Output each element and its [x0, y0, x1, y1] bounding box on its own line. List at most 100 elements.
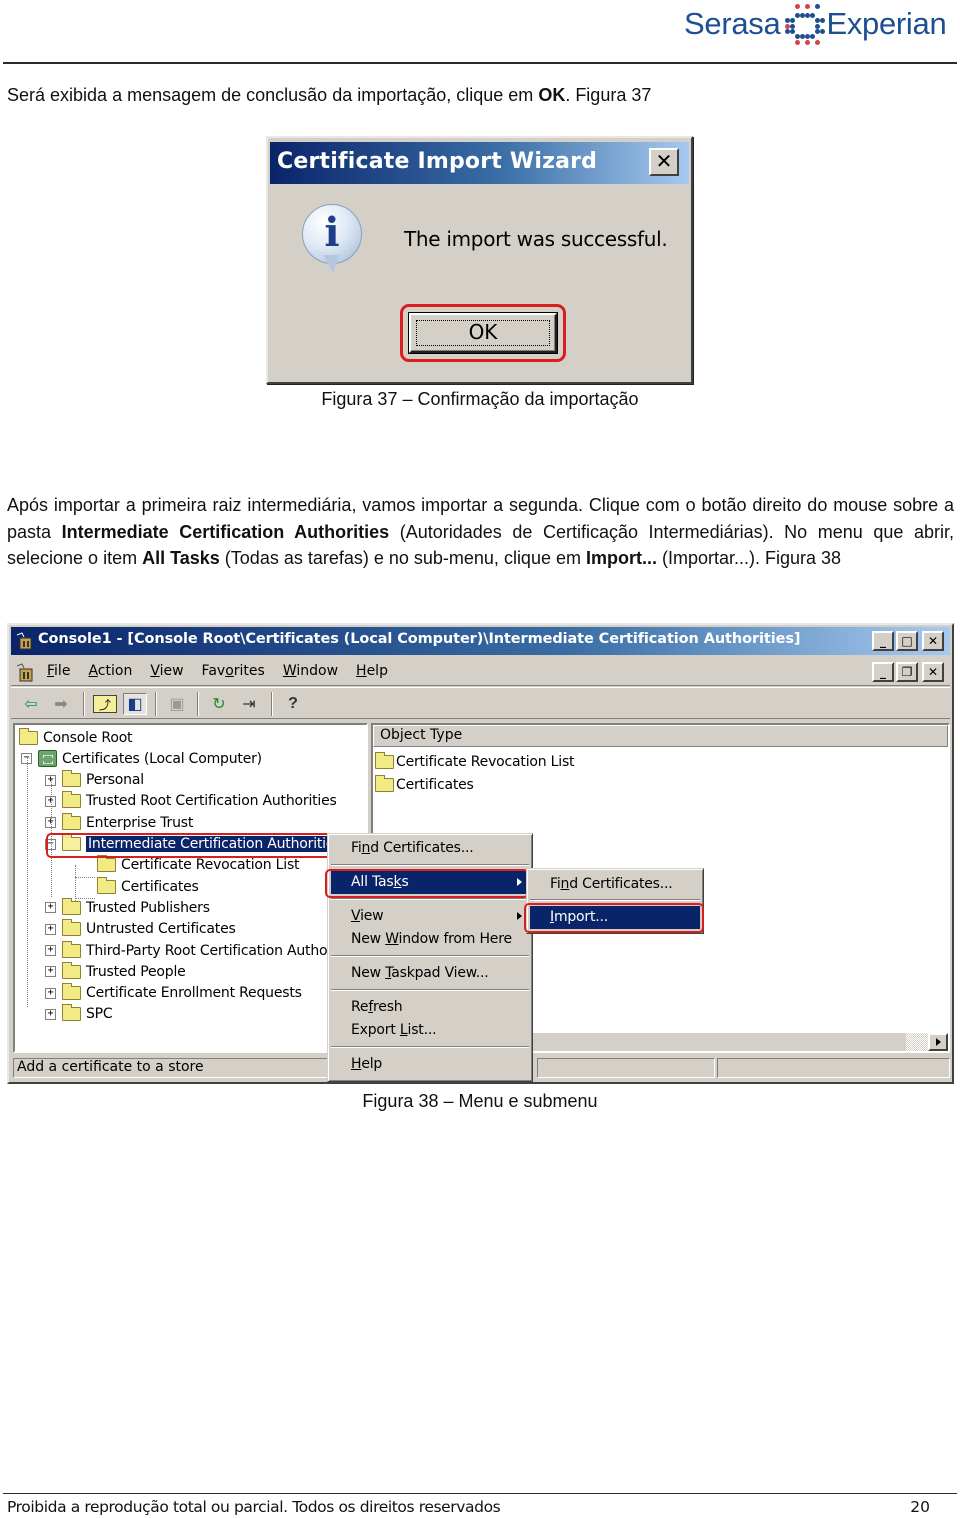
close-icon: ✕	[927, 665, 939, 679]
folder-icon	[375, 775, 394, 792]
tree-item[interactable]: + Trusted Publishers	[45, 897, 210, 918]
forward-arrow-icon: ➡	[54, 696, 68, 713]
menu-item-label: New Taskpad View...	[351, 965, 489, 981]
scrollbar-track[interactable]	[906, 1033, 928, 1051]
submenu-item-find-certificates[interactable]: Find Certificates...	[530, 873, 700, 896]
expand-icon[interactable]: +	[45, 966, 56, 978]
status-text: Add a certificate to a store	[13, 1058, 368, 1078]
forward-button[interactable]: ➡	[49, 693, 73, 715]
tree-item[interactable]: + SPC	[45, 1004, 113, 1025]
folder-icon	[62, 812, 81, 830]
expand-icon[interactable]: +	[45, 945, 56, 956]
tree-item-label: Trusted People	[86, 963, 186, 980]
folder-icon	[62, 897, 81, 915]
toolbar-separator	[83, 692, 85, 716]
show-hide-tree-icon: ◧	[127, 696, 143, 713]
paste-button[interactable]: ▣	[165, 693, 189, 715]
minimize-icon: _	[880, 665, 886, 679]
expand-icon[interactable]: +	[45, 987, 56, 999]
list-item-label: Certificates	[396, 777, 474, 793]
menu-item-label: Find Certificates...	[550, 876, 673, 892]
back-button[interactable]: ⇦	[19, 693, 43, 715]
folder-highlight-annotation	[46, 833, 339, 858]
ok-button[interactable]: OK	[409, 313, 557, 353]
expand-icon[interactable]: +	[45, 902, 56, 914]
tree-item[interactable]: + Trusted People	[45, 961, 186, 982]
context-menu-item-new-taskpad-view[interactable]: New Taskpad View...	[331, 962, 529, 985]
export-list-button[interactable]: ⇥	[237, 693, 261, 715]
maximize-button[interactable]: □	[896, 631, 918, 651]
tree-connector-line	[75, 865, 76, 901]
column-header-object-type[interactable]: Object Type	[373, 725, 948, 747]
tree-item[interactable]: + Untrusted Certificates	[45, 919, 236, 940]
tree-item-label: Certificate Revocation List	[121, 857, 300, 874]
tree-item[interactable]: + Third-Party Root Certification Authorit…	[45, 940, 361, 961]
tree-item[interactable]: + Personal	[45, 770, 144, 791]
tree-connector-line	[27, 757, 28, 1007]
up-one-level-icon: ⤴	[98, 697, 111, 712]
tree-item-label: Certificates	[121, 878, 199, 895]
show-hide-tree-button[interactable]: ◧	[123, 693, 147, 715]
menu-file[interactable]: File	[47, 663, 80, 679]
child-close-button[interactable]: ✕	[922, 662, 944, 682]
tree-item[interactable]: + Certificate Enrollment Requests	[45, 983, 302, 1004]
minimize-icon: _	[880, 634, 886, 648]
menu-view[interactable]: View	[150, 663, 193, 679]
window-title-bar: Console1 - [Console Root\Certificates (L…	[11, 627, 950, 655]
instruction-text-3: (Todas as tarefas) e no sub-menu, clique…	[219, 548, 586, 568]
folder-icon	[62, 1004, 81, 1022]
tree-item[interactable]: Certificates	[97, 876, 199, 897]
folder-icon	[97, 876, 116, 894]
minimize-button[interactable]: _	[872, 631, 894, 651]
tree-item[interactable]: Console Root	[19, 727, 133, 748]
expand-icon[interactable]: +	[45, 1008, 56, 1020]
console-tree-pane[interactable]: Console Root − Certificates (Local Compute…	[13, 723, 368, 1053]
menu-window[interactable]: Window	[283, 663, 348, 679]
list-item[interactable]: Certificates	[375, 774, 474, 796]
close-icon: ✕	[927, 634, 939, 648]
menu-action[interactable]: Action	[88, 663, 142, 679]
list-header: Object Type	[373, 725, 948, 747]
tree-item[interactable]: + Trusted Root Certification Authorities	[45, 791, 337, 812]
certificate-import-wizard-dialog: Certificate Import Wizard ✕ i The import…	[266, 136, 693, 384]
close-button[interactable]: ✕	[649, 148, 679, 176]
console-document-icon[interactable]	[15, 662, 35, 682]
menu-favorites[interactable]: Favorites	[202, 663, 275, 679]
back-arrow-icon: ⇦	[24, 696, 38, 713]
tree-item-label: Personal	[86, 772, 144, 789]
tree-connector-line	[75, 898, 95, 899]
instruction-paragraph: Após importar a primeira raiz intermediá…	[7, 492, 954, 572]
scroll-right-button[interactable]	[928, 1033, 948, 1051]
tree-connector-line	[75, 877, 95, 878]
context-menu-item-help[interactable]: Help	[331, 1053, 529, 1076]
child-restore-button[interactable]: ❐	[896, 662, 918, 682]
context-menu-item-export-list[interactable]: Export List...	[331, 1019, 529, 1042]
folder-icon	[97, 855, 116, 873]
logo-dot	[785, 24, 791, 29]
tree-item[interactable]: − Certificates (Local Computer)	[21, 748, 262, 769]
intro-paragraph: Será exibida a mensagem de conclusão da …	[7, 85, 651, 106]
help-button[interactable]: ?	[281, 693, 305, 715]
folder-icon	[62, 983, 81, 1001]
child-minimize-button[interactable]: _	[872, 662, 894, 682]
context-menu-item-find-certificates[interactable]: Find Certificates...	[331, 837, 529, 860]
expand-icon[interactable]: +	[45, 923, 56, 935]
window-caption-buttons: _ □ ✕	[872, 631, 944, 651]
context-menu-item-view[interactable]: View	[331, 905, 529, 928]
tree-item-label: Enterprise Trust	[86, 814, 194, 831]
logo-dot	[790, 18, 796, 23]
footer-copyright: Proibida a reprodução total ou parcial. …	[7, 1498, 501, 1516]
logo-dot	[815, 40, 821, 45]
refresh-button[interactable]: ↻	[207, 693, 231, 715]
help-icon: ?	[288, 695, 298, 712]
close-window-button[interactable]: ✕	[922, 631, 944, 651]
instruction-bold-folder: Intermediate Certification Authorities	[61, 521, 390, 542]
maximize-icon: □	[901, 634, 913, 648]
context-menu-item-new-window-from-here[interactable]: New Window from Here	[331, 928, 529, 951]
menu-help[interactable]: Help	[356, 663, 398, 679]
list-item[interactable]: Certificate Revocation List	[375, 751, 575, 773]
status-pane-3	[717, 1058, 950, 1078]
tree-item[interactable]: + Enterprise Trust	[45, 812, 193, 833]
context-menu-item-refresh[interactable]: Refresh	[331, 996, 529, 1019]
up-one-level-button[interactable]: ⤴	[93, 695, 117, 713]
